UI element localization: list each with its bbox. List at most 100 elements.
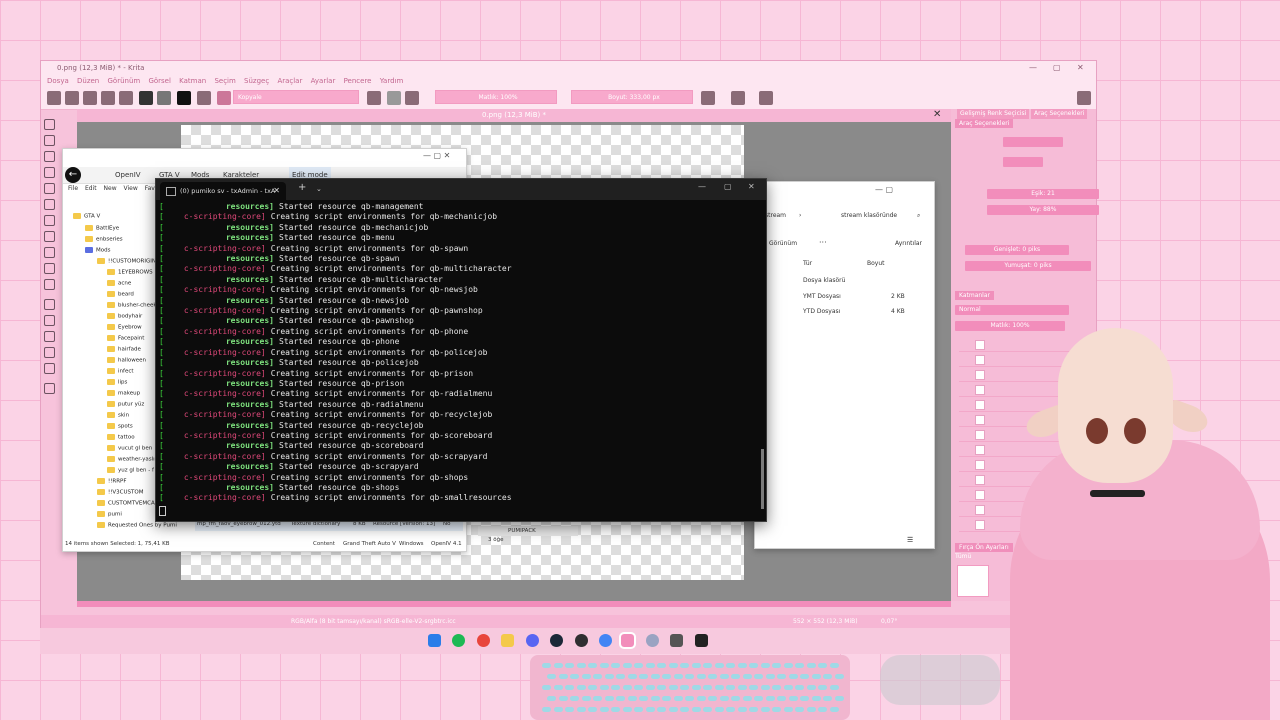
chrome-icon[interactable] — [477, 634, 490, 647]
menu-layer[interactable]: Katman — [179, 75, 206, 87]
tree-item[interactable]: lips — [107, 379, 127, 386]
menu-edit[interactable]: Edit — [85, 185, 97, 192]
menu-edit[interactable]: Düzen — [77, 75, 99, 87]
tree-item[interactable]: hairfade — [107, 346, 141, 353]
magic-wand-icon[interactable] — [44, 347, 55, 358]
minimize-icon[interactable]: — — [1029, 61, 1037, 75]
spotify-icon[interactable] — [452, 634, 465, 647]
wrap-icon[interactable] — [731, 91, 745, 105]
tab-color-selector[interactable]: Gelişmiş Renk Seçicisi — [957, 109, 1030, 119]
alpha-lock-icon[interactable] — [387, 91, 401, 105]
menu-image[interactable]: Görsel — [148, 75, 170, 87]
discord-icon[interactable] — [526, 634, 539, 647]
bezier-tool-icon[interactable] — [44, 199, 55, 210]
transform-tool-icon[interactable] — [44, 215, 55, 226]
line-tool-icon[interactable] — [44, 151, 55, 162]
polygon-select-icon[interactable] — [44, 331, 55, 342]
polyline-tool-icon[interactable] — [44, 183, 55, 194]
tree-item[interactable]: skin — [107, 412, 129, 419]
grow-field[interactable]: Genişlet: 0 piks — [965, 245, 1069, 255]
tree-item[interactable]: infect — [107, 368, 134, 375]
tree-item[interactable]: acne — [107, 280, 131, 287]
tree-item[interactable]: pumi — [97, 511, 122, 518]
tree-item[interactable]: makeup — [107, 390, 140, 397]
tree-item[interactable]: beard — [107, 291, 134, 298]
tree-item[interactable]: GTA V — [73, 213, 100, 220]
notepad-icon[interactable] — [670, 634, 683, 647]
windows-start-icon[interactable] — [428, 634, 441, 647]
folder-tab[interactable]: PUMIPACK — [478, 526, 578, 536]
layer-blend-select[interactable]: Normal — [955, 305, 1069, 315]
breadcrumb-openiv[interactable]: OpenIV — [115, 167, 141, 183]
redo-icon[interactable] — [119, 91, 133, 105]
canvas-tab[interactable]: 0.png (12,3 MiB) * — [77, 109, 951, 122]
layer-row[interactable] — [959, 337, 1079, 352]
menu-view[interactable]: View — [124, 185, 138, 192]
move-tool-icon[interactable] — [44, 231, 55, 242]
menu-view[interactable]: Görünüm — [107, 75, 140, 87]
open-document-icon[interactable] — [65, 91, 79, 105]
rect-select-icon[interactable] — [44, 299, 55, 310]
tree-item[interactable]: !!V3CUSTOM — [97, 489, 143, 496]
size-slider[interactable]: Boyut: 333,00 px — [571, 90, 693, 104]
tree-item[interactable]: blusher-cheek — [107, 302, 157, 309]
zoom-tool-icon[interactable] — [44, 383, 55, 394]
tree-item[interactable]: 1EYEBROWS — [107, 269, 153, 276]
tree-item[interactable]: Facepaint — [107, 335, 144, 342]
tree-item[interactable]: vucut gl ben — [107, 445, 152, 452]
brush-tool-icon[interactable] — [44, 135, 55, 146]
file-explorer-icon[interactable] — [501, 634, 514, 647]
threshold-slider[interactable]: Eşik: 21 — [987, 189, 1099, 199]
view-button[interactable]: Görünüm — [769, 240, 797, 247]
terminal-taskbar-icon[interactable] — [695, 634, 708, 647]
rectangle-tool-icon[interactable] — [44, 167, 55, 178]
eyedropper-icon[interactable] — [44, 279, 55, 290]
menu-file[interactable]: File — [68, 185, 78, 192]
window-controls[interactable]: — ▢ ✕ — [423, 151, 450, 160]
new-document-icon[interactable] — [47, 91, 61, 105]
undo-icon[interactable] — [101, 91, 115, 105]
details-view-icon[interactable]: ☰ — [907, 536, 913, 544]
gradient-icon[interactable] — [139, 91, 153, 105]
menu-help[interactable]: Yardım — [380, 75, 404, 87]
workspace-icon[interactable] — [1077, 91, 1091, 105]
tree-item[interactable]: bodyhair — [107, 313, 142, 320]
brush-settings-icon[interactable] — [197, 91, 211, 105]
tree-item[interactable]: !!RRPF — [97, 478, 127, 485]
spread-slider[interactable]: Yay: 88% — [987, 205, 1099, 215]
tab-tool-options[interactable]: Araç Seçenekleri — [1031, 109, 1088, 119]
tree-item[interactable]: putur yüz — [107, 401, 144, 408]
maximize-icon[interactable]: ▢ — [1053, 61, 1061, 75]
tree-item[interactable]: Mods — [85, 247, 110, 254]
menu-filter[interactable]: Süzgeç — [244, 75, 269, 87]
blend-mode-select[interactable]: Kopyale — [233, 90, 359, 104]
brush-preset-thumbnail[interactable] — [957, 565, 989, 597]
breadcrumb-stream[interactable]: stream — [765, 212, 786, 219]
menu-file[interactable]: Dosya — [47, 75, 69, 87]
mirror-icon[interactable] — [701, 91, 715, 105]
tree-item[interactable]: Eyebrow — [107, 324, 142, 331]
terminal-output[interactable]: [resources] Started resource qb-managemen… — [159, 202, 754, 516]
tree-item[interactable]: weather-yaslı — [107, 456, 155, 463]
window-controls[interactable]: — ▢ — [875, 185, 893, 194]
menu-new[interactable]: New — [104, 185, 117, 192]
ellipse-select-icon[interactable] — [44, 315, 55, 326]
tree-item[interactable]: !!CUSTOMORIGIN — [97, 258, 156, 265]
close-tab-icon[interactable]: ✕ — [273, 182, 280, 200]
gradient-tool-icon[interactable] — [44, 247, 55, 258]
selected-file-row[interactable]: mp_fm_faov_eyebrow_012.ytd Texture dicti… — [195, 521, 463, 531]
tree-item[interactable]: Requested Ones by Pumi — [97, 522, 177, 529]
menu-window[interactable]: Pencere — [344, 75, 372, 87]
fill-tool-icon[interactable] — [44, 263, 55, 274]
search-field[interactable]: stream klasöründe — [841, 212, 897, 219]
back-icon[interactable]: ← — [65, 167, 81, 183]
menu-select[interactable]: Seçim — [214, 75, 235, 87]
canvas-transform-icon[interactable] — [759, 91, 773, 105]
assistant-tool-icon[interactable] — [44, 363, 55, 374]
maximize-icon[interactable]: ▢ — [724, 182, 732, 191]
selection-mode-buttons[interactable] — [1003, 137, 1063, 147]
feather-field[interactable]: Yumuşat: 0 piks — [965, 261, 1091, 271]
chrome-alt-icon[interactable] — [599, 634, 612, 647]
close-icon[interactable]: ✕ — [748, 182, 755, 191]
menu-tools[interactable]: Araçlar — [277, 75, 302, 87]
